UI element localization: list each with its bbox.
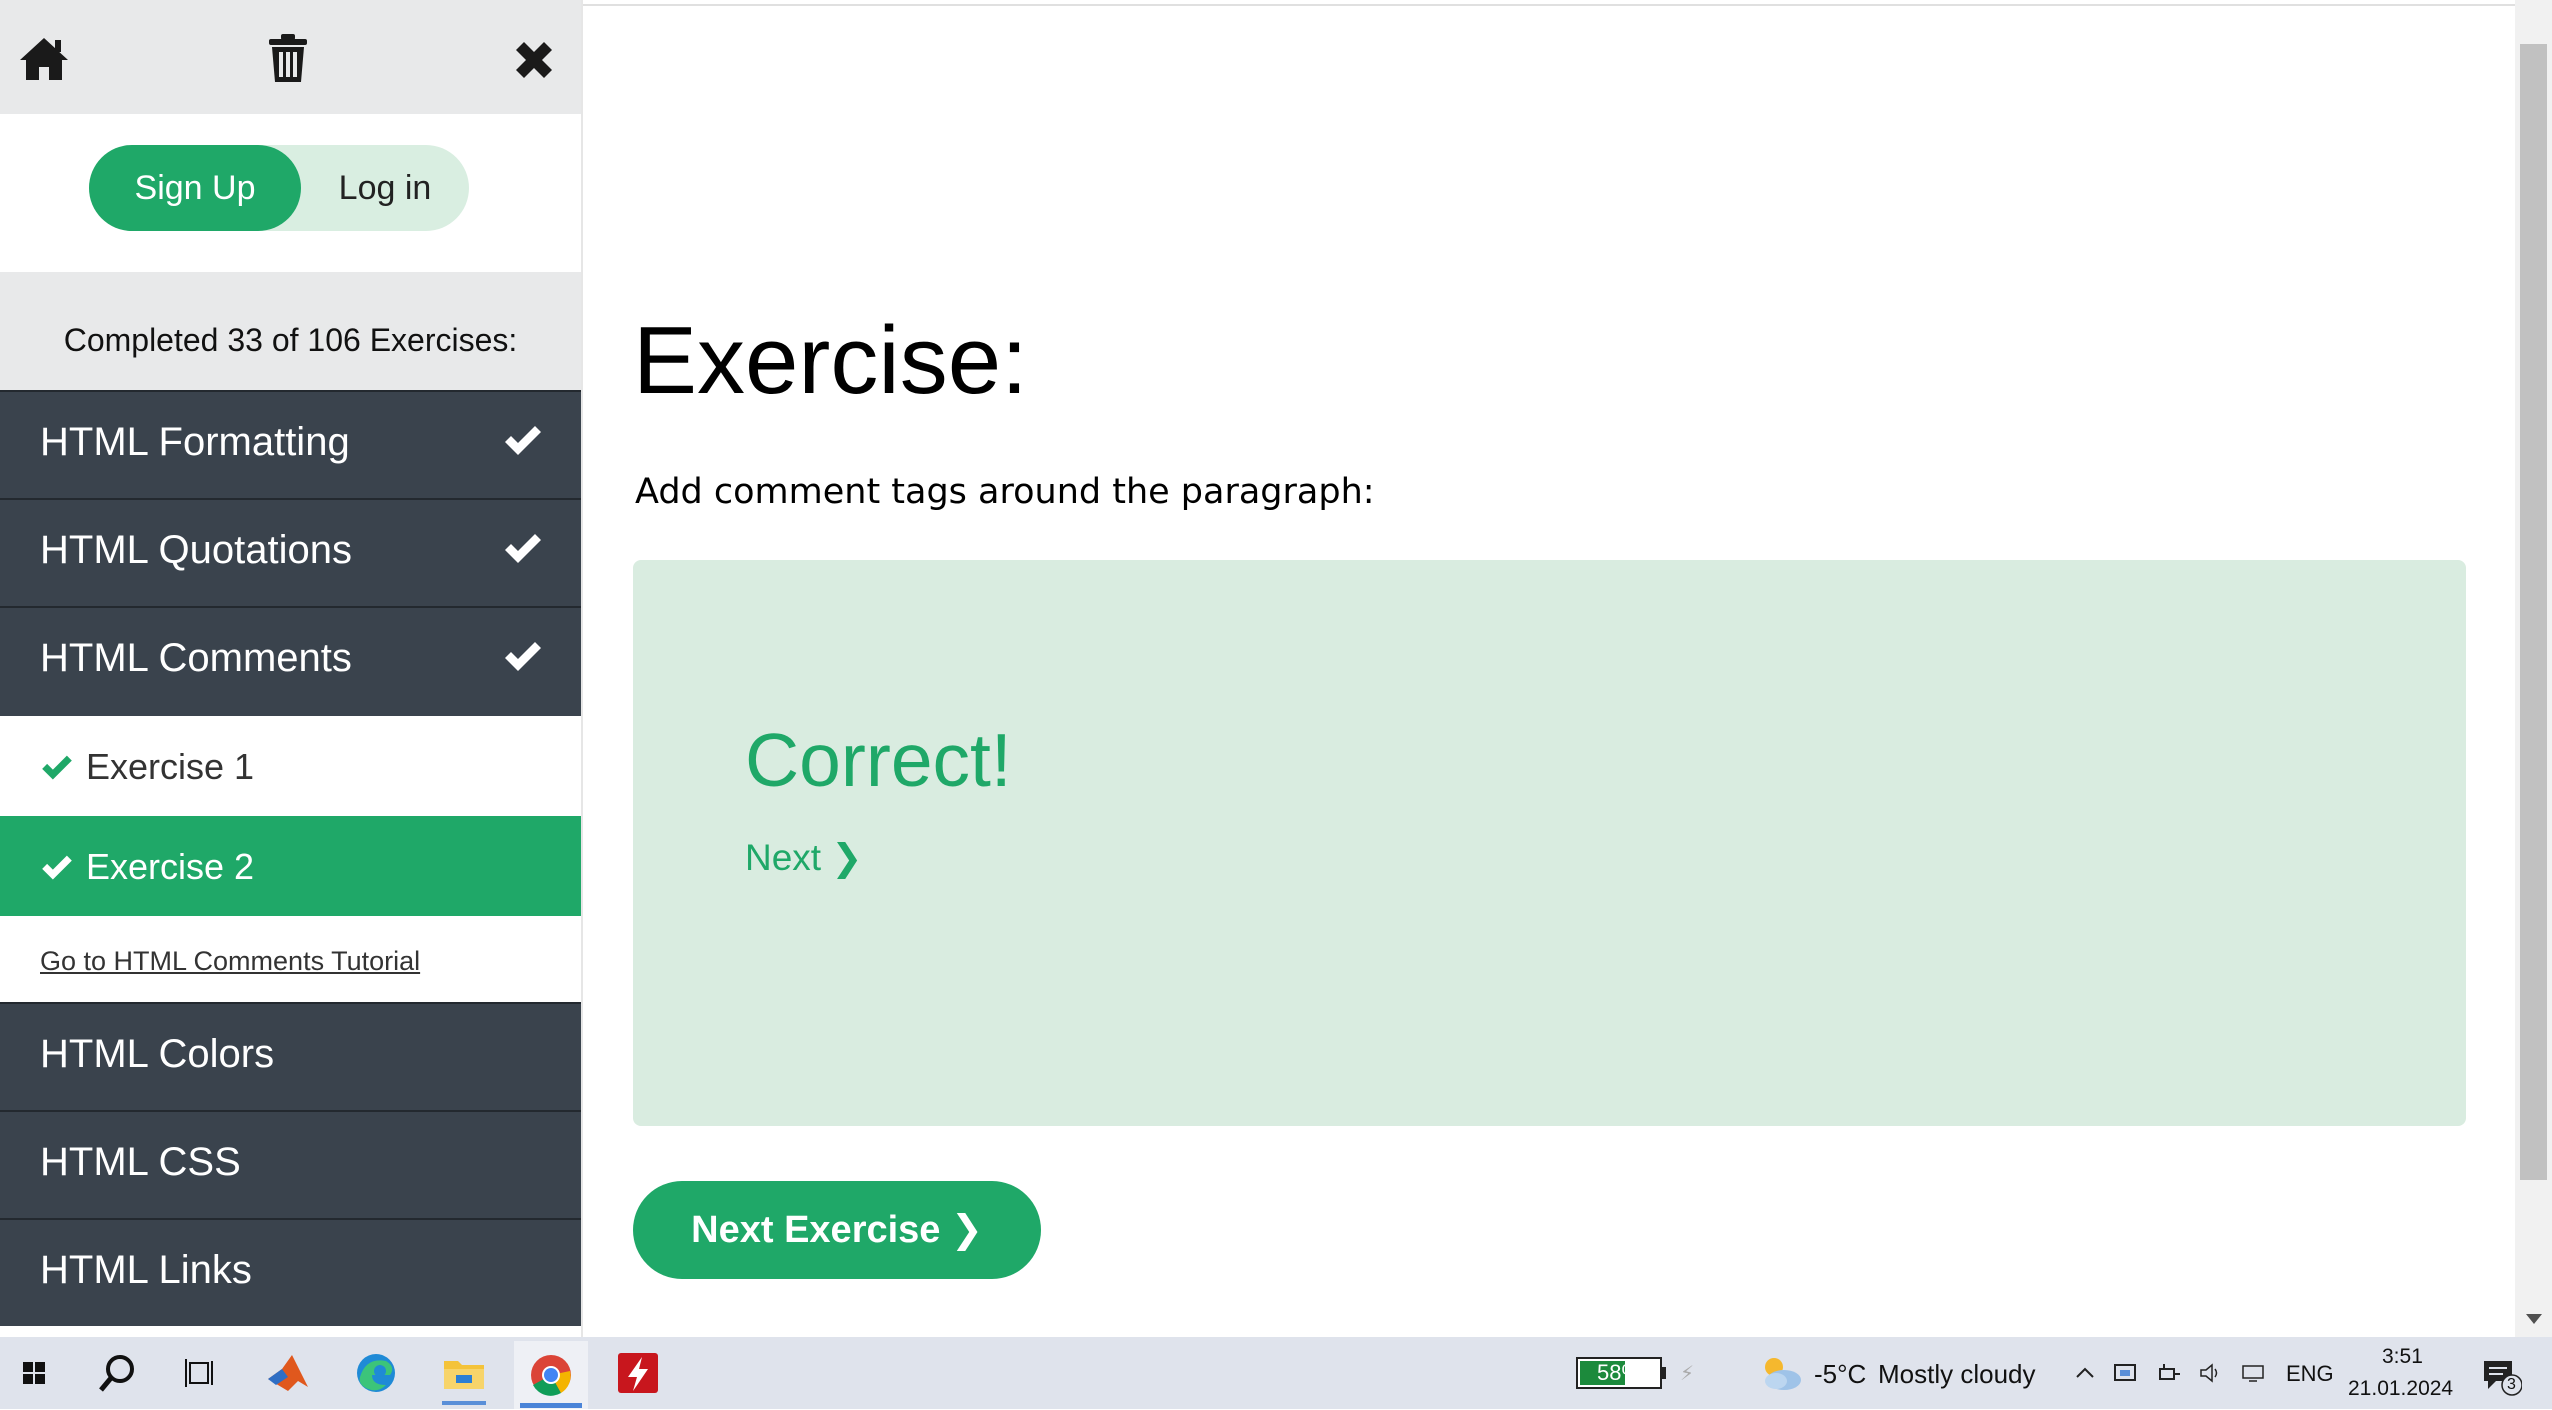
weather-description[interactable]: Mostly cloudy [1878,1359,2036,1390]
result-box: Correct! Next ❯ [633,560,2466,1126]
sidebar-toolbar [0,0,581,114]
checkmark-icon [505,534,541,563]
category-label: HTML Formatting [40,420,350,464]
exercise-item-1[interactable]: Exercise 1 [0,716,581,816]
power-plug-icon[interactable] [2156,1361,2182,1385]
display-icon[interactable] [2240,1361,2266,1385]
weather-cloud-icon[interactable] [1758,1353,1804,1393]
battery-indicator[interactable]: 58% [1576,1357,1662,1389]
progress-text: Completed 33 of 106 Exercises: [63,322,518,358]
notification-center-icon[interactable]: 3 [2478,1353,2523,1397]
category-html-formatting[interactable]: HTML Formatting [0,390,581,498]
category-html-comments[interactable]: HTML Comments [0,606,581,716]
checkmark-icon [42,855,72,880]
category-label: HTML Comments [40,636,352,680]
exercise-label: Exercise 2 [86,846,255,887]
scroll-down-arrow-icon[interactable] [2526,1314,2542,1324]
sign-up-button[interactable]: Sign Up [89,145,301,231]
exercise-description: Add comment tags around the paragraph: [635,472,1375,512]
exercise-item-2[interactable]: Exercise 2 [0,816,581,916]
battery-tip [1662,1367,1666,1379]
exercise-label: Exercise 1 [86,746,255,787]
flash-app-icon[interactable] [612,1347,664,1399]
task-view-icon[interactable] [176,1347,228,1399]
clock-date[interactable]: 21.01.2024 [2348,1377,2453,1401]
next-link[interactable]: Next ❯ [745,836,862,879]
home-icon[interactable] [16,30,72,90]
result-message: Correct! [745,718,1012,802]
close-icon[interactable] [506,30,562,90]
exercise-sidebar: Sign Up Log in Completed 33 of 106 Exerc… [0,0,583,1337]
checkmark-icon [42,755,72,780]
matlab-icon[interactable] [262,1347,314,1399]
volume-icon[interactable] [2198,1361,2224,1385]
category-html-css[interactable]: HTML CSS [0,1110,581,1218]
weather-temperature[interactable]: -5°C [1814,1359,1866,1390]
category-html-quotations[interactable]: HTML Quotations [0,498,581,606]
file-explorer-icon[interactable] [438,1347,490,1405]
next-exercise-button[interactable]: Next Exercise ❯ [633,1181,1041,1279]
battery-percent: 58% [1596,1360,1642,1385]
taskbar: 58% ⚡ -5°C Mostly cloudy ENG 3:51 21.01.… [0,1337,2552,1409]
category-html-colors[interactable]: HTML Colors [0,1002,581,1110]
search-icon[interactable] [92,1347,144,1399]
progress-row: Completed 33 of 106 Exercises: [0,272,581,390]
category-html-links[interactable]: HTML Links [0,1218,581,1326]
category-label: HTML Quotations [40,528,352,572]
category-label: HTML Colors [40,1032,275,1076]
log-in-button[interactable]: Log in [301,145,469,231]
windows-start-icon[interactable] [8,1347,60,1399]
charging-icon: ⚡ [1680,1363,1695,1385]
trash-icon[interactable] [260,30,316,90]
auth-toggle: Sign Up Log in [89,145,469,231]
exercise-main: Exercise: Add comment tags around the pa… [585,6,2515,1337]
notification-count: 3 [2507,1376,2516,1393]
scrollbar-thumb[interactable] [2520,44,2547,1180]
clock-time[interactable]: 3:51 [2382,1345,2423,1369]
checkmark-icon [505,426,541,455]
page-title: Exercise: [633,307,1028,414]
category-label: HTML Links [40,1248,252,1292]
chrome-browser-icon[interactable] [514,1341,588,1409]
edge-browser-icon[interactable] [350,1347,402,1399]
language-indicator[interactable]: ENG [2286,1361,2334,1387]
category-label: HTML CSS [40,1140,241,1184]
chevron-up-icon[interactable] [2072,1361,2098,1385]
auth-row: Sign Up Log in [0,114,581,272]
network-settings-icon[interactable] [2112,1361,2138,1385]
checkmark-icon [505,642,541,671]
scrollbar[interactable] [2515,0,2552,1337]
tutorial-link[interactable]: Go to HTML Comments Tutorial [40,946,420,977]
